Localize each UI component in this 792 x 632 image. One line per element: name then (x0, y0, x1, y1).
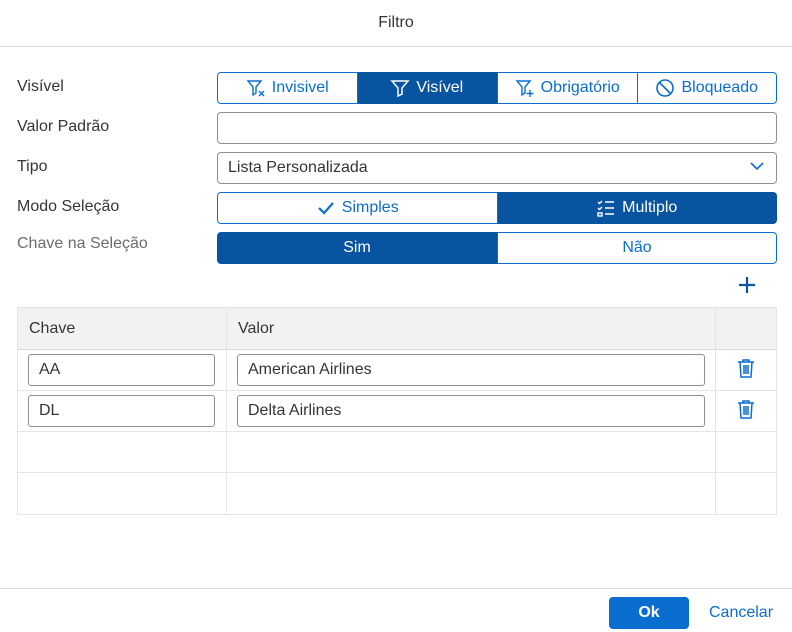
column-header-actions (716, 308, 776, 349)
add-icon (737, 275, 757, 300)
segment-single-label: Simples (341, 199, 399, 216)
type-select[interactable]: Lista Personalizada (217, 152, 777, 184)
visibility-segmented-button: Invisivel Visível Obrigatório Bloqueado (217, 72, 777, 104)
segment-invisible-label: Invisivel (271, 79, 329, 96)
key-value-table: Chave Valor AA American Airlines DL Delt… (17, 307, 777, 515)
table-header: Chave Valor (18, 308, 776, 350)
segment-mandatory[interactable]: Obrigatório (497, 72, 638, 104)
column-header-key: Chave (18, 308, 227, 349)
key-input[interactable]: AA (28, 354, 215, 386)
trash-icon (735, 398, 757, 425)
dialog-title: Filtro (378, 14, 414, 31)
default-value-input[interactable] (217, 112, 777, 144)
segment-multiple-label: Multiplo (622, 199, 678, 216)
visible-label: Visível (17, 78, 64, 95)
value-input[interactable]: American Airlines (237, 354, 705, 386)
checkmark-icon (316, 198, 336, 218)
key-input[interactable]: DL (28, 395, 215, 427)
segment-multiple[interactable]: Multiplo (497, 192, 777, 224)
selection-mode-segmented-button: Simples Multiplo (217, 192, 777, 224)
segment-yes-label: Sim (343, 239, 371, 256)
segment-blocked-label: Bloqueado (681, 79, 758, 96)
table-row: DL Delta Airlines (18, 391, 776, 432)
value-input[interactable]: Delta Airlines (237, 395, 705, 427)
type-select-value: Lista Personalizada (228, 159, 368, 176)
segment-no[interactable]: Não (497, 232, 777, 264)
segment-blocked[interactable]: Bloqueado (637, 72, 777, 104)
segment-no-label: Não (622, 239, 652, 256)
filter-plus-icon (515, 78, 535, 98)
table-row: AA American Airlines (18, 350, 776, 391)
dialog-footer: Ok Cancelar (0, 588, 792, 632)
ok-button[interactable]: Ok (609, 597, 689, 629)
filter-icon (390, 78, 410, 98)
delete-row-button[interactable] (716, 350, 776, 390)
multi-select-list-icon (596, 198, 616, 218)
type-label: Tipo (17, 158, 48, 175)
table-row-empty (18, 473, 776, 514)
segment-yes[interactable]: Sim (217, 232, 497, 264)
cancel-button[interactable]: Cancelar (703, 597, 779, 629)
add-row-button[interactable] (734, 274, 760, 300)
segment-invisible[interactable]: Invisivel (217, 72, 358, 104)
delete-row-button[interactable] (716, 391, 776, 431)
table-row-empty (18, 432, 776, 473)
chevron-down-icon (748, 157, 766, 180)
segment-mandatory-label: Obrigatório (540, 79, 620, 96)
key-in-selection-segmented-button: Sim Não (217, 232, 777, 264)
trash-icon (735, 357, 757, 384)
key-in-selection-label: Chave na Seleção (17, 235, 148, 252)
segment-single[interactable]: Simples (217, 192, 498, 224)
filter-x-icon (246, 78, 266, 98)
segment-visible[interactable]: Visível (357, 72, 497, 104)
default-value-label: Valor Padrão (17, 118, 110, 135)
column-header-value: Valor (227, 308, 716, 349)
selection-mode-label: Modo Seleção (17, 198, 120, 215)
blocked-icon (655, 78, 675, 98)
dialog-header: Filtro (0, 0, 792, 47)
segment-visible-label: Visível (416, 79, 464, 96)
